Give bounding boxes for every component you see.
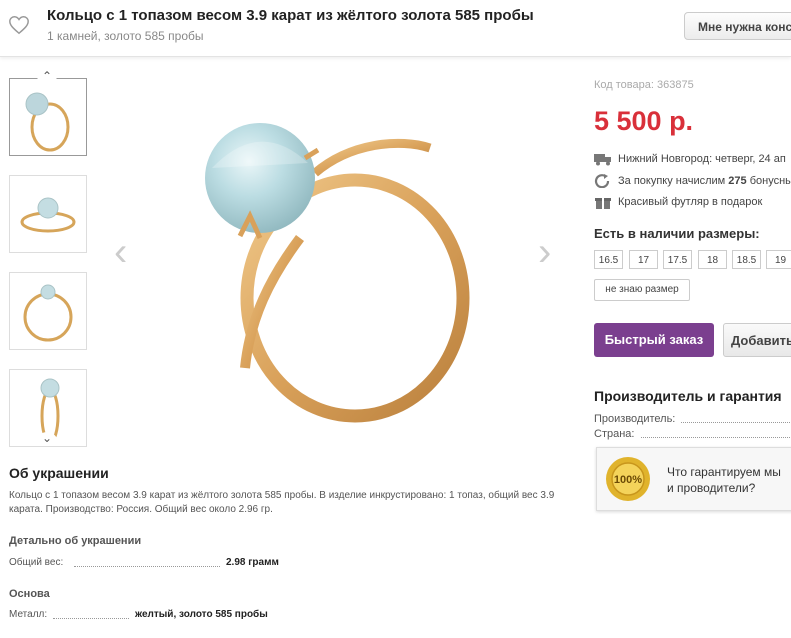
guarantee-line-1: Что гарантируем мы [667,465,781,479]
thumbnail-3[interactable] [9,272,87,350]
guarantee-text: Что гарантируем мы и проводители? [667,464,781,496]
size-option[interactable]: 19 [766,250,791,269]
next-image-arrow-icon[interactable]: › [538,232,558,276]
weight-row: Общий вес: [9,557,63,568]
bonus-value: 275 [728,174,747,187]
ring-thumbnail-image [23,284,73,342]
ring-thumbnail-image [20,197,76,233]
unknown-size-button[interactable]: не знаю размер [594,279,690,301]
weight-leader [74,566,220,567]
quick-order-button[interactable]: Быстрый заказ [594,323,714,357]
add-to-cart-button[interactable]: Добавить [723,323,791,357]
heart-icon[interactable] [8,14,30,36]
producer-leader [681,422,791,423]
size-option[interactable]: 17 [629,250,658,269]
producer-label: Производитель: [594,413,679,425]
country-row: Страна: [594,428,791,440]
weight-value: 2.98 грамм [226,557,279,568]
thumbnail-2[interactable] [9,175,87,253]
gift-info: Красивый футляр в подарок [594,195,762,209]
ring-thumbnail-image [25,92,70,152]
gift-text: Красивый футляр в подарок [618,195,763,208]
bonus-suffix: бонусны [746,174,791,187]
metal-label: Металл: [9,609,48,620]
bonus-info: За покупку начислим 275 бонусны [594,174,791,188]
sizes-title: Есть в наличии размеры: [594,226,760,241]
details-title: Детально об украшении [9,535,142,547]
product-price: 5 500 р. [594,106,694,136]
refresh-icon [594,174,610,188]
truck-icon [594,154,611,166]
metal-value: желтый, золото 585 пробы [135,609,268,620]
product-code: Код товара: 363875 [594,79,694,91]
about-description: Кольцо с 1 топазом весом 3.9 карат из жё… [9,490,555,515]
delivery-text: Нижний Новгород: четверг, 24 ап [618,152,786,165]
gift-icon [595,198,611,209]
guarantee-line-2: и проводители? [667,481,756,495]
country-leader [641,437,791,438]
product-main-image [205,123,470,423]
country-label: Страна: [594,428,638,440]
delivery-info: Нижний Новгород: четверг, 24 ап [594,152,786,166]
prev-image-arrow-icon[interactable]: ‹ [114,232,134,276]
weight-label: Общий вес: [9,557,64,568]
thumbnail-1[interactable] [9,78,87,156]
guarantee-card[interactable]: 100% Что гарантируем мы и проводители? [596,447,791,511]
maker-section-title: Производитель и гарантия [594,388,782,404]
consult-button[interactable]: Мне нужна консу [684,12,791,40]
metal-leader [53,618,129,619]
medal-text: 100% [614,474,642,486]
product-header: Кольцо с 1 топазом весом 3.9 карат из жё… [0,0,791,57]
size-option[interactable]: 18.5 [732,250,761,269]
size-option[interactable]: 16.5 [594,250,623,269]
bonus-prefix: За покупку начислим [618,174,729,187]
page-subtitle: 1 камней, золото 585 пробы [47,29,204,43]
producer-row: Производитель: [594,413,791,425]
guarantee-medal-icon: 100% [606,457,650,501]
size-option[interactable]: 18 [698,250,727,269]
basis-title: Основа [9,588,50,600]
about-title: Об украшении [9,465,109,481]
page-title: Кольцо с 1 топазом весом 3.9 карат из жё… [47,7,534,24]
size-option[interactable]: 17.5 [663,250,692,269]
metal-row: Металл: [9,609,47,620]
